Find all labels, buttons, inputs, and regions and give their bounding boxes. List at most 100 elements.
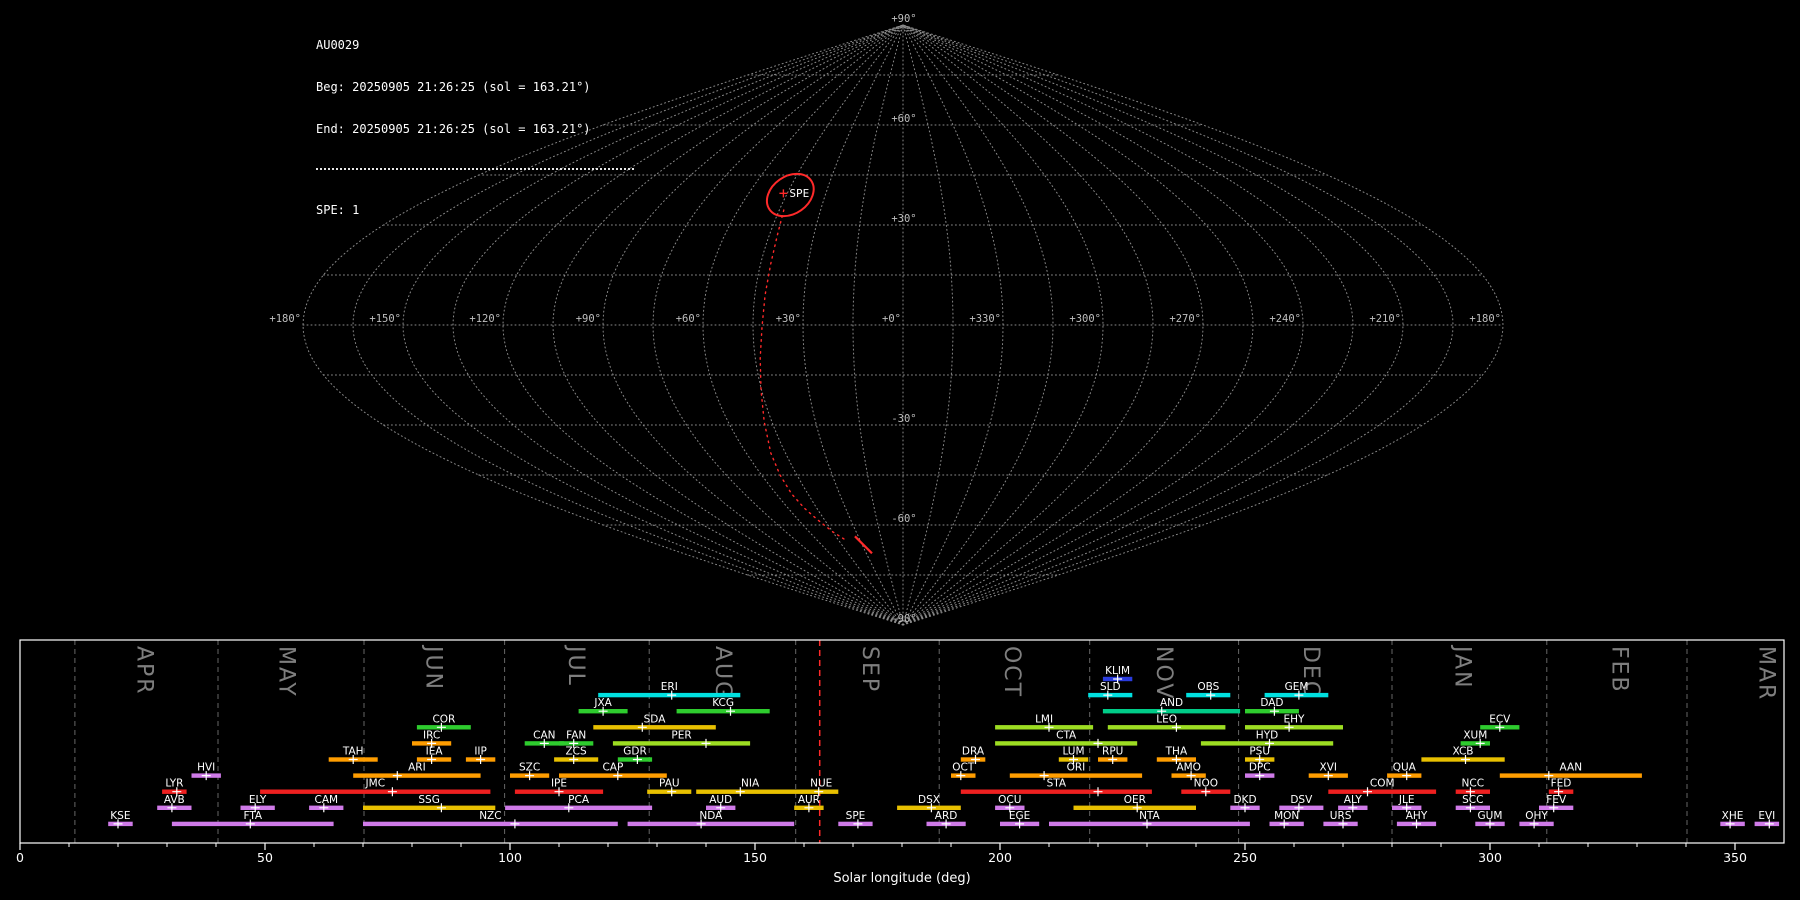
shower-label: NZC [479, 810, 501, 822]
map-lon-label: +330° [969, 313, 1001, 325]
shower-label: ALY [1344, 794, 1363, 806]
shower-bar [363, 821, 618, 827]
axis-tick-label: 50 [257, 850, 273, 865]
shower-label: NCC [1462, 778, 1485, 790]
shower-label: NUE [810, 778, 832, 790]
station-id: AU0029 [316, 38, 360, 52]
shower-label: AAN [1560, 762, 1583, 774]
shower-label: OCT [952, 762, 975, 774]
map-lat-label: -30° [891, 413, 916, 425]
shower-label: COR [432, 713, 455, 725]
month-label: APR [132, 646, 157, 696]
shower-label: NDA [699, 810, 723, 822]
shower-label: SSG [418, 794, 439, 806]
month-label: JUN [421, 644, 446, 691]
shower-label: GUM [1478, 810, 1503, 822]
shower-bar [505, 805, 653, 810]
shower-label: GDR [623, 746, 647, 758]
shower-label: ARD [935, 810, 958, 822]
shower-label: OHY [1525, 810, 1548, 822]
shower-label: URS [1330, 810, 1352, 822]
radiant-label: SPE [789, 187, 809, 200]
shower-label: FAN [566, 729, 586, 741]
shower-label: STA [1047, 778, 1067, 790]
shower-label: SLD [1100, 681, 1121, 693]
axis-tick-label: 250 [1233, 850, 1257, 865]
shower-label: OBS [1197, 681, 1219, 693]
shower-label: DSV [1290, 794, 1313, 806]
shower-bar [363, 805, 496, 810]
shower-label: ELY [249, 794, 267, 806]
month-label: MAR [1754, 646, 1779, 701]
shower-peak-marker-icon [510, 819, 520, 829]
shower-peak-marker-icon [1093, 787, 1103, 797]
shower-label: NOO [1194, 778, 1218, 790]
shower-label: SZC [519, 762, 540, 774]
trajectory-solid-segment [854, 535, 873, 555]
shower-label: LMI [1035, 713, 1053, 725]
map-lon-label: +60° [676, 313, 701, 325]
axis-tick-label: 0 [16, 850, 24, 865]
shower-label: ZCS [565, 746, 587, 758]
shower-label: ECV [1489, 713, 1511, 725]
meteor-radiant-plot-window: AU0029 Beg: 20250905 21:26:25 (sol = 163… [0, 0, 1800, 900]
shower-bar [260, 789, 491, 794]
map-lon-label: +180° [1469, 313, 1501, 325]
shower-label: JLE [1398, 794, 1415, 806]
shower-label: TAH [342, 746, 364, 758]
month-label: JAN [1450, 644, 1475, 690]
axis-tick-label: 150 [743, 850, 767, 865]
shower-bar [627, 821, 795, 827]
shower-label: ARI [408, 762, 426, 774]
end-time: End: 20250905 21:26:25 (sol = 163.21°) [316, 122, 591, 136]
sky-map: +180° +150° +120° +90° +60° +30° +0° +330° +300°… [269, 13, 1504, 626]
shower-label: IRC [423, 729, 440, 741]
shower-bar [593, 725, 716, 730]
shower-label: SDA [644, 713, 667, 725]
shower-association-count: SPE: 1 [316, 203, 360, 217]
shower-label: OCU [998, 794, 1021, 806]
shower-peak-marker-icon [701, 738, 711, 748]
map-lon-label: +30° [776, 313, 801, 325]
shower-label: XHE [1722, 810, 1744, 822]
map-lon-label: +240° [1269, 313, 1301, 325]
map-lon-label: +210° [1369, 313, 1401, 325]
shower-label: NIA [741, 778, 760, 790]
shower-label: LYR [165, 778, 183, 790]
shower-label: OER [1124, 794, 1146, 806]
shower-label: KLIM [1105, 665, 1130, 677]
shower-label: PER [671, 729, 691, 741]
map-lon-label: +300° [1069, 313, 1101, 325]
map-lon-label: +90° [576, 313, 601, 325]
shower-label: NTA [1139, 810, 1160, 822]
shower-label: CAP [602, 762, 623, 774]
shower-bar [559, 773, 667, 778]
shower-label: IIP [474, 746, 487, 758]
axis-tick-label: 100 [498, 850, 522, 865]
map-lon-label: +120° [469, 313, 501, 325]
shower-label: IEA [426, 746, 444, 758]
map-lon-label: +150° [369, 313, 401, 325]
month-label: JUL [563, 644, 588, 687]
shower-label: ORI [1067, 762, 1086, 774]
shower-label: CTA [1056, 729, 1077, 741]
shower-bar [1107, 725, 1226, 730]
month-label: AUG [710, 646, 735, 700]
shower-label: FED [1551, 778, 1572, 790]
month-label: FEB [1607, 646, 1632, 694]
map-lon-label: +180° [269, 313, 301, 325]
map-lat-label: +90° [891, 13, 916, 25]
shower-label: PAU [659, 778, 680, 790]
shower-label: LUM [1062, 746, 1084, 758]
shower-label: KCG [712, 697, 734, 709]
shower-label: EGE [1009, 810, 1030, 822]
shower-label: AMO [1176, 762, 1201, 774]
shower-label: DAD [1260, 697, 1283, 709]
map-lat-label: +60° [891, 113, 916, 125]
shower-label: PCA [568, 794, 590, 806]
shower-label: JXA [593, 697, 612, 709]
axis-tick-label: 300 [1478, 850, 1502, 865]
axis-title: Solar longitude (deg) [833, 871, 970, 886]
shower-label: FTA [243, 810, 262, 822]
map-lon-label: +0° [882, 313, 901, 325]
